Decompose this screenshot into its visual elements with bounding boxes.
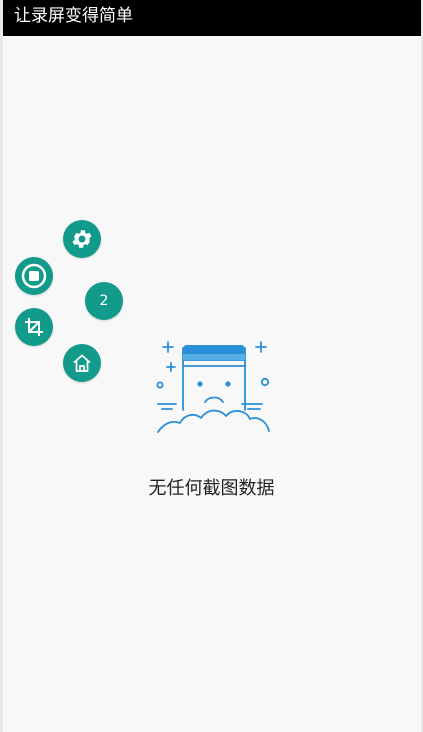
stop-record-icon [21,263,47,289]
crop-button[interactable] [15,308,53,346]
crop-icon [25,318,43,336]
home-button[interactable] [63,344,101,382]
sad-document-illustration [156,341,270,433]
empty-state-message: 无任何截图数据 [148,478,275,499]
settings-button[interactable] [63,220,101,258]
badge-count: 2 [99,293,109,309]
left-frame [0,0,3,732]
app-title-bar: 让录屏变得简单 [3,0,421,36]
stop-record-button[interactable] [15,257,53,295]
gear-icon [72,230,92,248]
app-title: 让录屏变得简单 [14,6,133,26]
screenshot-count-badge[interactable]: 2 [85,282,123,320]
home-icon [73,354,91,372]
